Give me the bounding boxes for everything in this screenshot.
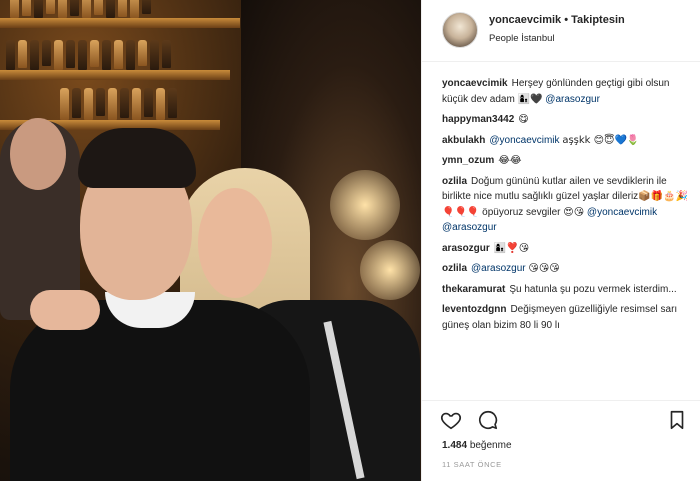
comment-text: aşşkk 😊😇💙🌷 [562,134,640,146]
lamp-glow [360,240,420,300]
background-person-face [10,118,66,190]
bottle-row [6,40,171,70]
comment: happyman3442 😋 [442,112,694,128]
header-line: yoncaevcimik • Takiptesin [489,14,625,26]
comment-username[interactable]: akbulakh [442,135,485,146]
likes-count[interactable]: 1.484 beğenme [442,440,512,451]
likes-label: beğenme [469,440,512,451]
comment-emoji: 😘😘😘 [528,263,560,274]
comment-username[interactable]: leventozdgnn [442,304,506,315]
woman-face [198,188,272,298]
comment-username[interactable]: yoncaevcimik [442,78,508,89]
bookmark-icon[interactable] [666,409,688,431]
comment-mention[interactable]: @arasozgur [545,94,600,105]
comment: leventozdgnn Değişmeyen güzelliğiyle resi… [442,302,694,333]
header-separator: • [564,14,569,26]
comment: akbulakh @yoncaevcimik aşşkk 😊😇💙🌷 [442,133,694,149]
header-username[interactable]: yoncaevcimik [489,14,561,26]
comment-emoji: 👩‍👦❣️😘 [493,242,530,254]
comment: arasozgur 👩‍👦❣️😘 [442,241,694,257]
comment: ozlila @arasozgur 😘😘😘 [442,261,694,277]
post-timestamp: 11 SAAT ÖNCE [442,460,502,469]
lamp-glow [330,170,400,240]
comment-emoji: 😂😂 [498,155,522,166]
action-bar [422,400,700,440]
comment-username[interactable]: thekaramurat [442,284,505,295]
bottle-row [60,88,177,120]
comment-list: yoncaevcimik Herşey gönlünden geçtigi gib… [442,76,694,338]
comment-username[interactable]: ozlila [442,263,467,274]
hand [30,290,100,330]
comment-mention[interactable]: @yoncaevcimik [489,135,559,146]
post-side-panel: yoncaevcimik • Takiptesin People İstanbu… [421,0,700,481]
comment-emoji: 👩‍👦🖤 [517,93,543,105]
comment: ymn_ozum 😂😂 [442,153,694,169]
bottle-row [10,0,151,18]
heart-icon[interactable] [440,409,462,431]
comment-mention[interactable]: @arasozgur [471,263,526,274]
location-link[interactable]: People İstanbul [489,33,555,44]
post-photo[interactable] [0,0,421,481]
comment-bubble-icon[interactable] [477,409,499,431]
comment-username[interactable]: happyman3442 [442,114,514,125]
avatar[interactable] [442,12,478,48]
comment: ozlila Doğum gününü kutlar ailen ve sevdi… [442,174,694,236]
follow-status[interactable]: Takiptesin [571,14,625,26]
post-header: yoncaevcimik • Takiptesin People İstanbu… [422,0,700,62]
comment-username[interactable]: arasozgur [442,243,490,254]
comment-username[interactable]: ozlila [442,176,467,187]
bar-shelf [0,18,240,28]
comment: yoncaevcimik Herşey gönlünden geçtigi gib… [442,76,694,107]
likes-number: 1.484 [442,440,468,451]
comment-username[interactable]: ymn_ozum [442,155,494,166]
bar-shelf [0,70,230,80]
man-hair [78,128,196,188]
comment: thekaramurat Şu hatunla şu pozu vermek is… [442,282,694,298]
comment-text: Şu hatunla şu pozu vermek isterdim... [509,283,677,295]
comment-emoji: 😋 [518,114,529,125]
